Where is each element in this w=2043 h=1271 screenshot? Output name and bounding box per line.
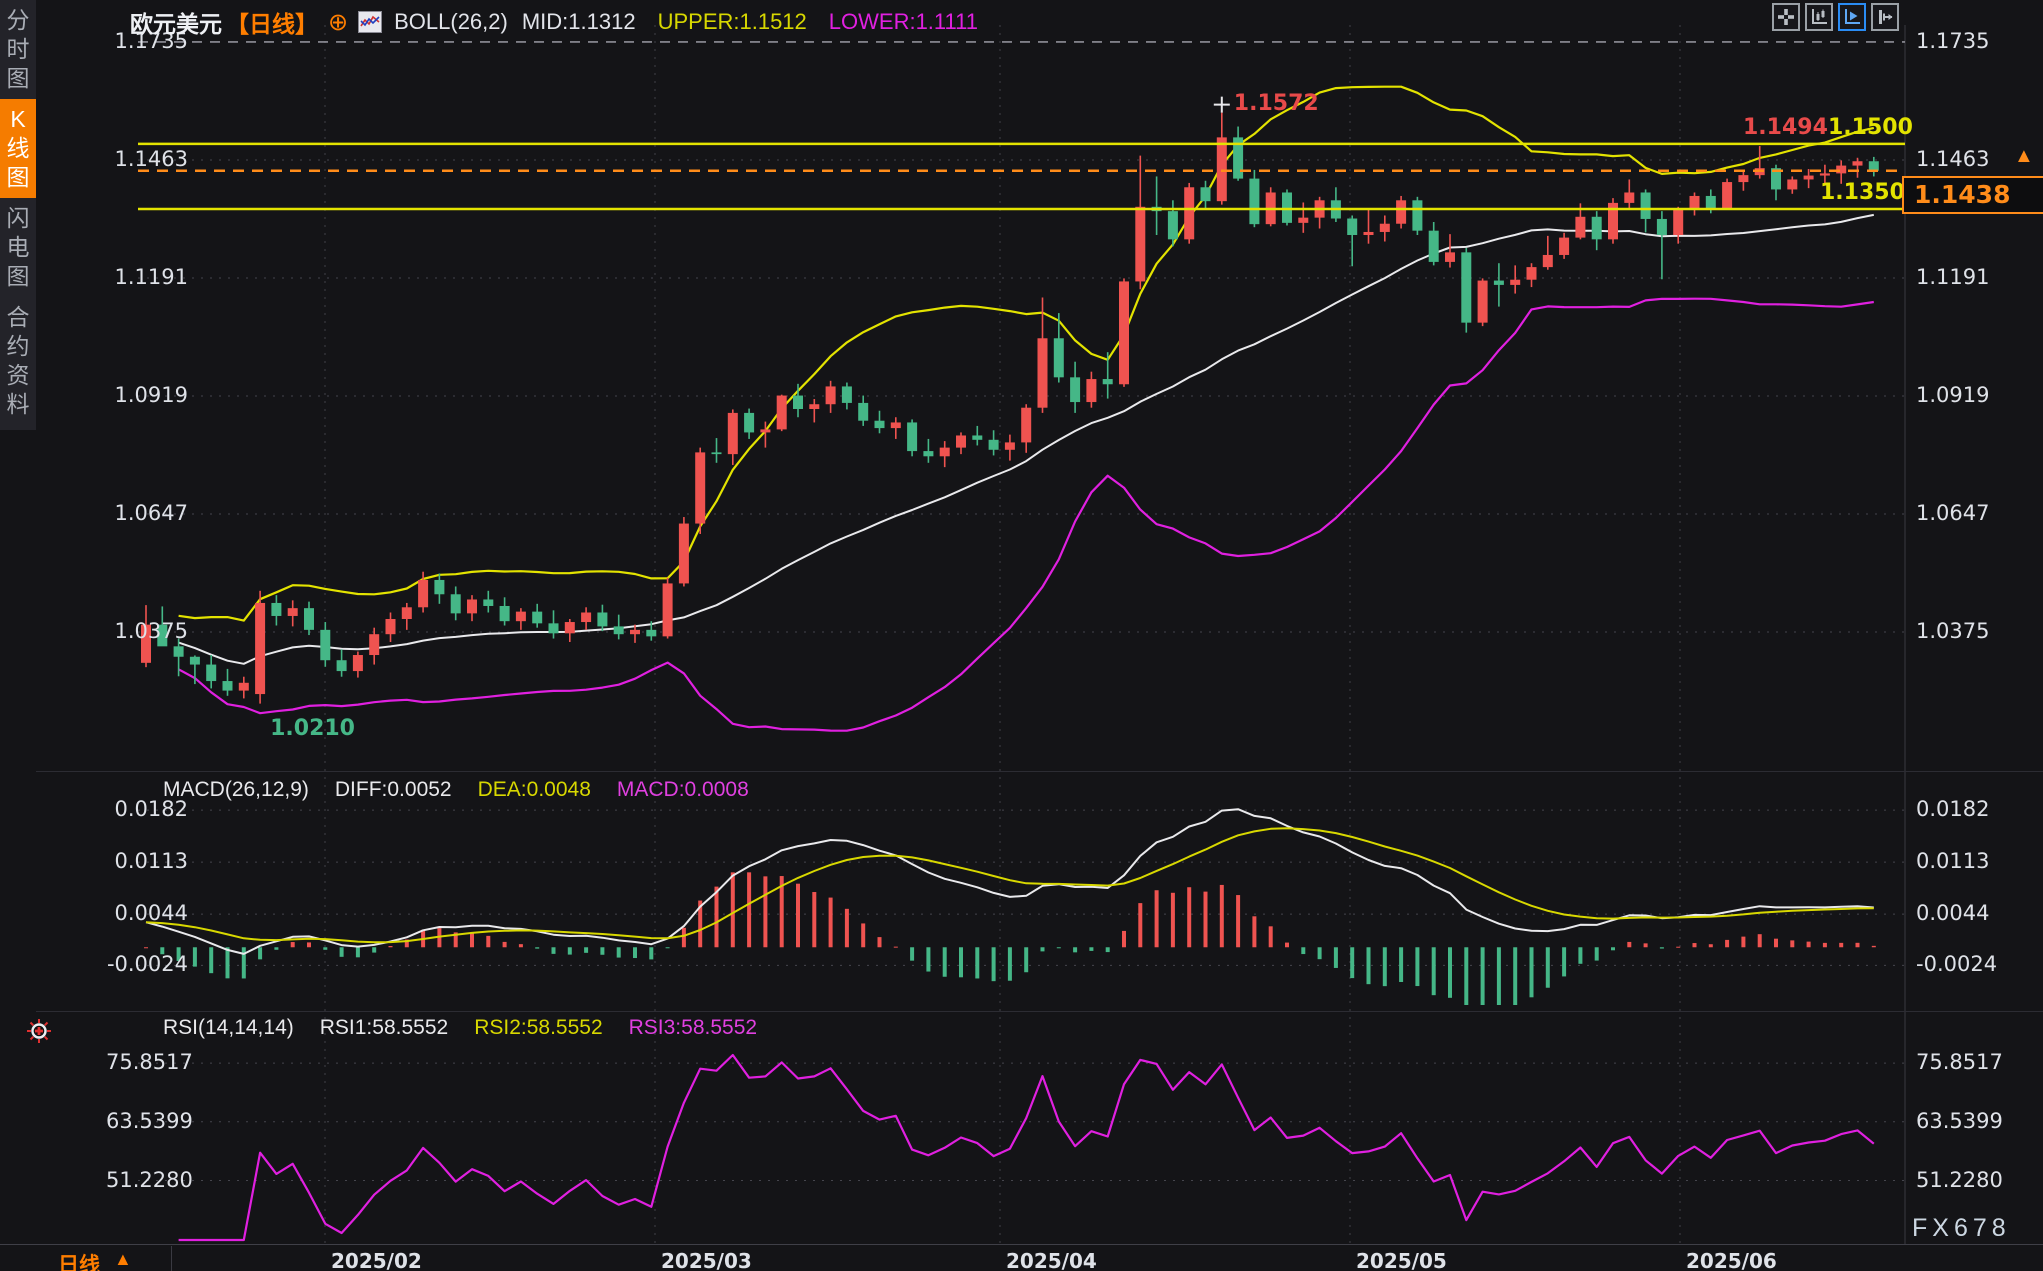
rsi-title: RSI(14,14,14) xyxy=(163,1016,294,1039)
mini-chart-icon[interactable] xyxy=(358,11,383,33)
resistance-tag-label: 1.1494 xyxy=(1743,114,1828,140)
macd-dea-value: DEA:0.0048 xyxy=(477,778,591,801)
symbol-name: 欧元美元 xyxy=(130,11,222,37)
price-axis-label: 1.1735 xyxy=(1916,28,1990,53)
axis-play-icon xyxy=(1845,9,1860,24)
price-axis-label: 1.0647 xyxy=(1916,501,1990,525)
price-axis-label: 1.1191 xyxy=(114,264,188,289)
period-up-arrow-icon: ▲ xyxy=(114,1249,132,1269)
watermark: FX678 xyxy=(1912,1214,2011,1242)
sidebar-item-kline-chart[interactable]: K线图 xyxy=(0,99,36,198)
axis-candles-icon xyxy=(1812,9,1827,24)
macd-axis-label: 0.0113 xyxy=(114,849,188,874)
bottom-bar-divider xyxy=(171,1246,172,1271)
date-axis-label: 2025/04 xyxy=(1006,1249,1097,1271)
macd-axis-label: -0.0024 xyxy=(106,952,188,977)
macd-axis-label: 0.0113 xyxy=(1916,849,1990,874)
date-axis-label: 2025/05 xyxy=(1356,1249,1447,1271)
rsi-axis-label: 63.5399 xyxy=(106,1108,193,1133)
chart-canvas[interactable] xyxy=(0,0,2043,1271)
price-axis-label: 1.0375 xyxy=(114,619,188,644)
macd-axis-label: -0.0024 xyxy=(1916,952,1998,977)
support-line-label: 1.1350 xyxy=(1820,179,1905,205)
macd-macd-value: MACD:0.0008 xyxy=(616,778,749,801)
price-axis-label: 1.0375 xyxy=(1916,619,1990,644)
period-selector[interactable]: 日线 xyxy=(58,1249,100,1271)
sidebar: 分时图 K线图 闪电图 合约资料 xyxy=(0,0,36,430)
boll-lower-value: LOWER:1.1111 xyxy=(828,9,978,34)
sidebar-item-lightning-chart[interactable]: 闪电图 xyxy=(0,198,36,297)
sidebar-item-contract-info[interactable]: 合约资料 xyxy=(0,297,36,425)
rsi-axis-label: 75.8517 xyxy=(106,1050,193,1075)
axis-play-button[interactable] xyxy=(1838,3,1866,31)
macd-pane-header: MACD(26,12,9) DIFF:0.0052 DEA:0.0048 MAC… xyxy=(163,778,749,802)
chart-application: 分时图 K线图 闪电图 合约资料 欧元美元 【日线】 ⊕ BOLL(26,2) … xyxy=(0,0,2043,1271)
collapse-panel-button[interactable] xyxy=(1871,3,1899,31)
rsi-axis-label: 51.2280 xyxy=(106,1167,193,1192)
crosshair-icon xyxy=(1778,9,1794,25)
macd-diff-value: DIFF:0.0052 xyxy=(334,778,452,801)
date-axis-label: 2025/03 xyxy=(661,1249,752,1271)
pane-separator xyxy=(36,771,2043,772)
rsi-settings-icon[interactable] xyxy=(26,1018,52,1049)
rsi-axis-label: 75.8517 xyxy=(1916,1050,2003,1075)
low-price-annotation: 1.0210 xyxy=(270,715,355,741)
price-axis-label: 1.0919 xyxy=(1916,382,1990,407)
macd-axis-label: 0.0044 xyxy=(1916,901,1990,926)
price-axis-label: 1.1463 xyxy=(114,146,188,171)
macd-title: MACD(26,12,9) xyxy=(163,778,309,801)
current-price-arrow-icon: ▲ xyxy=(2014,144,2034,167)
crosshair-tool-button[interactable] xyxy=(1772,3,1800,31)
rsi-axis-label: 51.2280 xyxy=(1916,1167,2003,1192)
rsi-axis-label: 63.5399 xyxy=(1916,1108,2003,1133)
circle-plus-icon[interactable]: ⊕ xyxy=(328,8,348,37)
price-axis-label: 1.1191 xyxy=(1916,264,1990,289)
bottom-bar: 日线 ▲ 2025/02 2025/03 2025/04 2025/05 2025/06 xyxy=(0,1244,2043,1271)
date-axis-label: 2025/02 xyxy=(331,1249,422,1271)
rsi-pane-header: RSI(14,14,14) RSI1:58.5552 RSI2:58.5552 … xyxy=(163,1016,757,1040)
resistance-line-label: 1.1500 xyxy=(1828,114,1913,140)
date-axis-label: 2025/06 xyxy=(1686,1249,1777,1271)
price-axis-label: 1.0647 xyxy=(114,501,188,525)
peak-price-annotation: 1.1572 xyxy=(1233,90,1319,116)
axis-scale-button[interactable] xyxy=(1805,3,1833,31)
macd-axis-label: 0.0044 xyxy=(114,901,188,926)
boll-indicator-label: BOLL(26,2) xyxy=(394,9,508,34)
boll-upper-value: UPPER:1.1512 xyxy=(657,9,807,34)
rsi1-value: RSI1:58.5552 xyxy=(319,1016,449,1039)
rsi3-value: RSI3:58.5552 xyxy=(628,1016,758,1039)
collapse-panel-icon xyxy=(1879,10,1893,24)
macd-axis-label: 0.0182 xyxy=(1916,797,1990,822)
period-tag: 【日线】 xyxy=(226,11,318,37)
chart-header: 欧元美元 【日线】 ⊕ BOLL(26,2) MID:1.1312 UPPER:… xyxy=(130,5,978,39)
price-axis-label: 1.1463 xyxy=(1916,146,1990,171)
rsi2-value: RSI2:58.5552 xyxy=(474,1016,603,1039)
pane-separator xyxy=(36,1011,2043,1012)
current-price-box: 1.1438 xyxy=(1902,175,2043,214)
sidebar-item-timeline-chart[interactable]: 分时图 xyxy=(0,0,36,99)
price-axis-label: 1.0919 xyxy=(114,382,188,407)
boll-mid-value: MID:1.1312 xyxy=(521,9,636,34)
toolbar xyxy=(1772,3,1899,31)
